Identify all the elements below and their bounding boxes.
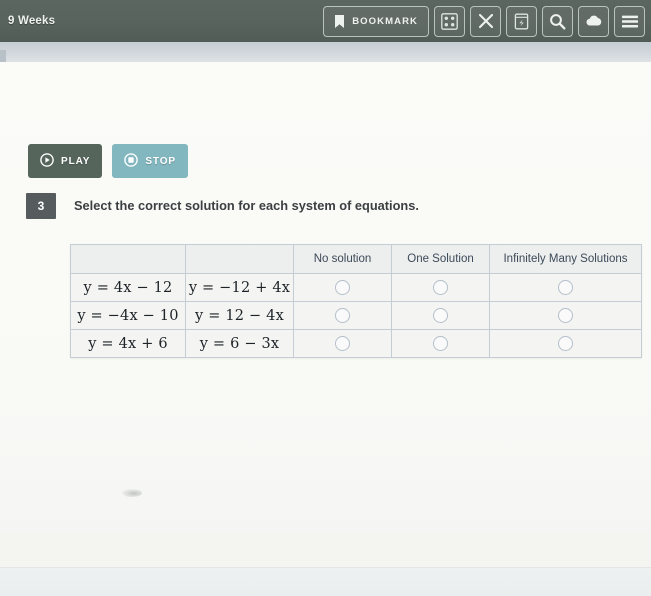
radio-infinitely-many[interactable] [558, 279, 573, 295]
app-header: 9 Weeks BOOKMARK [0, 0, 651, 42]
question-row: 3 Select the correct solution for each s… [26, 193, 419, 219]
page-body: PLAY STOP 3 Select the correct solution … [0, 62, 651, 596]
radio-cell-one-solution[interactable] [391, 273, 490, 302]
close-icon[interactable] [470, 5, 501, 37]
answer-table: No solution One Solution Infinitely Many… [70, 244, 642, 358]
radio-cell-no-solution[interactable] [293, 301, 392, 330]
header-no-solution: No solution [293, 244, 392, 274]
question-prompt: Select the correct solution for each sys… [74, 198, 419, 213]
radio-cell-infinitely-many[interactable] [489, 273, 642, 302]
cloud-icon[interactable] [578, 5, 609, 37]
row-equation-1: y = 4x − 12 [70, 273, 186, 302]
radio-one-solution[interactable] [433, 335, 448, 351]
media-controls: PLAY STOP [28, 144, 189, 178]
row-equation-2: y = 6 − 3x [185, 329, 294, 358]
header-divider-band [0, 42, 651, 62]
radio-cell-infinitely-many[interactable] [489, 329, 642, 358]
header-one-solution: One Solution [391, 244, 490, 274]
radio-infinitely-many[interactable] [558, 307, 573, 323]
notes-icon[interactable] [506, 5, 537, 37]
radio-cell-one-solution[interactable] [391, 329, 490, 358]
radio-no-solution[interactable] [335, 307, 350, 323]
screen-smudge-artifact [122, 489, 142, 497]
radio-no-solution[interactable] [335, 335, 350, 351]
play-circle-icon [40, 152, 54, 170]
radio-cell-infinitely-many[interactable] [489, 301, 642, 330]
menu-icon[interactable] [614, 5, 645, 37]
course-title: 9 Weeks [8, 15, 56, 27]
row-equation-2: y = −12 + 4x [185, 273, 294, 302]
radio-infinitely-many[interactable] [558, 335, 573, 351]
header-equation-1 [70, 244, 186, 274]
stop-label: STOP [145, 155, 177, 167]
header-infinitely-many: Infinitely Many Solutions [489, 244, 642, 274]
bookmark-button[interactable]: BOOKMARK [323, 5, 429, 37]
answer-table-body: y = 4x − 12 y = −12 + 4x y = −4x − 10 y … [70, 273, 642, 358]
row-equation-1: y = 4x + 6 [70, 329, 186, 358]
header-equation-2 [185, 244, 294, 274]
question-number-badge: 3 [26, 193, 56, 219]
radio-cell-no-solution[interactable] [293, 273, 392, 302]
radio-one-solution[interactable] [433, 307, 448, 323]
bookmark-label: BOOKMARK [352, 15, 418, 27]
stop-circle-icon [124, 152, 139, 170]
header-toolbar: BOOKMARK [323, 5, 645, 37]
bookmark-icon [334, 14, 345, 28]
radio-one-solution[interactable] [433, 279, 448, 295]
radio-cell-one-solution[interactable] [391, 301, 490, 330]
row-equation-1: y = −4x − 10 [70, 301, 186, 330]
table-row: y = 4x + 6 y = 6 − 3x [70, 329, 642, 358]
play-label: PLAY [61, 155, 91, 167]
search-icon[interactable] [542, 5, 573, 37]
row-equation-2: y = 12 − 4x [185, 301, 294, 330]
play-button[interactable]: PLAY [28, 144, 103, 178]
grid-icon[interactable] [434, 5, 465, 37]
table-header-row: No solution One Solution Infinitely Many… [70, 244, 642, 274]
table-row: y = 4x − 12 y = −12 + 4x [70, 273, 642, 302]
page-bottom-edge [0, 567, 651, 596]
radio-cell-no-solution[interactable] [293, 329, 392, 358]
stop-button[interactable]: STOP [112, 144, 189, 178]
radio-no-solution[interactable] [335, 279, 350, 295]
table-row: y = −4x − 10 y = 12 − 4x [70, 301, 642, 330]
